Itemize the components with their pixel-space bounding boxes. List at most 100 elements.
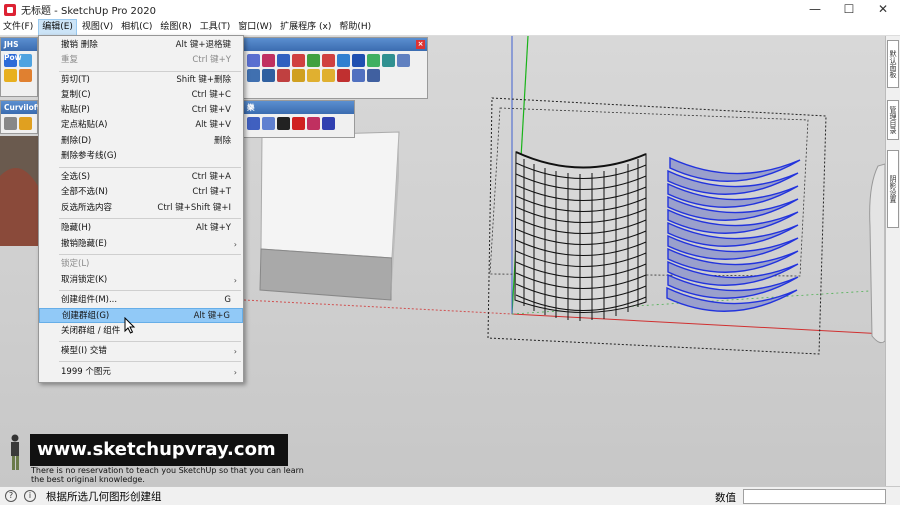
tool-icon[interactable] bbox=[19, 69, 32, 82]
menu-camera[interactable]: 相机(C) bbox=[118, 19, 155, 36]
tool-icon[interactable] bbox=[307, 117, 320, 130]
watermark-caption: There is no reservation to teach you Ske… bbox=[31, 466, 331, 484]
tool-icon[interactable] bbox=[352, 54, 365, 67]
menu-item-paste[interactable]: 粘贴(P) Ctrl 键+V bbox=[39, 103, 243, 118]
watermark-url: www.sketchupvray.com bbox=[30, 434, 288, 466]
tool-icon[interactable] bbox=[19, 117, 32, 130]
close-icon[interactable]: × bbox=[416, 40, 425, 49]
menu-item-label: 撤销 删除 bbox=[61, 40, 98, 50]
menu-item-invert-selection[interactable]: 反选所选内容 Ctrl 键+Shift 键+I bbox=[39, 201, 243, 216]
menu-file[interactable]: 文件(F) bbox=[0, 19, 36, 36]
menu-item-delete[interactable]: 删除(D) 删除 bbox=[39, 134, 243, 149]
menu-item-lock: 锁定(L) bbox=[39, 257, 243, 272]
menu-separator bbox=[59, 254, 241, 255]
tool-icon[interactable] bbox=[397, 54, 410, 67]
menu-item-shortcut: Alt 键+退格键 bbox=[175, 40, 231, 50]
tool-icon[interactable] bbox=[247, 69, 260, 82]
menu-item-label: 重复 bbox=[61, 55, 79, 65]
stop-icon[interactable] bbox=[292, 117, 305, 130]
tool-icon[interactable] bbox=[322, 69, 335, 82]
menu-item-copy[interactable]: 复制(C) Ctrl 键+C bbox=[39, 88, 243, 103]
warning-icon[interactable] bbox=[4, 69, 17, 82]
menu-item-label: 创建群组(G) bbox=[62, 311, 110, 321]
menu-item-label: 撤销隐藏(E) bbox=[61, 239, 108, 249]
menu-edit[interactable]: 编辑(E) bbox=[38, 18, 77, 36]
help-icon[interactable]: ? bbox=[5, 490, 17, 502]
menu-view[interactable]: 视图(V) bbox=[79, 19, 116, 36]
tool-icon[interactable] bbox=[307, 54, 320, 67]
menu-item-shortcut: 删除 bbox=[213, 136, 231, 146]
edit-menu-dropdown: 撤销 删除 Alt 键+退格键 重复 Ctrl 键+Y 剪切(T) Shift 键+删… bbox=[38, 35, 244, 383]
tool-icon[interactable] bbox=[337, 69, 350, 82]
tool-icon[interactable] bbox=[292, 69, 305, 82]
tab-manage-directory[interactable]: 管理目录 bbox=[887, 100, 899, 140]
menu-separator bbox=[59, 341, 241, 342]
submenu-arrow-icon: › bbox=[233, 368, 237, 377]
tool-icon[interactable] bbox=[262, 69, 275, 82]
tool-icon[interactable] bbox=[367, 69, 380, 82]
tool-icon[interactable] bbox=[247, 54, 260, 67]
menu-extensions[interactable]: 扩展程序 (x) bbox=[277, 19, 334, 36]
menu-item-undo[interactable]: 撤销 删除 Alt 键+退格键 bbox=[39, 38, 243, 53]
menu-item-unhide[interactable]: 撤销隐藏(E) › bbox=[39, 237, 243, 252]
white-box[interactable] bbox=[260, 131, 400, 259]
ribbed-surface-black[interactable] bbox=[514, 151, 647, 321]
tool-icon[interactable] bbox=[367, 54, 380, 67]
menu-help[interactable]: 帮助(H) bbox=[336, 19, 374, 36]
tool-icon[interactable] bbox=[247, 117, 260, 130]
menu-tools[interactable]: 工具(T) bbox=[197, 19, 234, 36]
tool-icon[interactable] bbox=[322, 117, 335, 130]
shield-icon[interactable] bbox=[4, 117, 17, 130]
menu-item-label: 粘贴(P) bbox=[61, 105, 90, 115]
menu-item-cut[interactable]: 剪切(T) Shift 键+删除 bbox=[39, 73, 243, 88]
menu-item-entities[interactable]: 1999 个图元 › bbox=[39, 365, 243, 380]
third-toolbar-title: 樂 bbox=[244, 101, 354, 114]
maximize-button[interactable]: ☐ bbox=[832, 0, 866, 19]
tool-icon[interactable] bbox=[322, 54, 335, 67]
menu-item-delete-guides[interactable]: 删除参考线(G) bbox=[39, 149, 243, 164]
curviloft-toolbar-title: Curviloft bbox=[1, 101, 41, 114]
play-icon[interactable] bbox=[277, 117, 290, 130]
tool-icon[interactable] bbox=[292, 54, 305, 67]
menu-item-make-component[interactable]: 创建组件(M)... G bbox=[39, 293, 243, 308]
menu-separator bbox=[59, 218, 241, 219]
menu-item-label: 创建组件(M)... bbox=[61, 295, 118, 305]
menu-item-label: 删除(D) bbox=[61, 136, 92, 146]
tool-icon[interactable] bbox=[277, 54, 290, 67]
close-button[interactable]: ✕ bbox=[866, 0, 900, 19]
menu-item-label: 取消锁定(K) bbox=[61, 275, 108, 285]
tool-icon[interactable] bbox=[277, 69, 290, 82]
menu-item-make-group[interactable]: 创建群组(G) Alt 键+G bbox=[39, 308, 243, 323]
tab-shadow-settings[interactable]: 阴影设置 bbox=[887, 150, 899, 228]
menu-item-paste-in-place[interactable]: 定点粘贴(A) Alt 键+V bbox=[39, 118, 243, 133]
tools-toolbar-title: × bbox=[244, 38, 427, 51]
minimize-button[interactable]: — bbox=[798, 0, 832, 19]
tab-default-tray[interactable]: 默认面板 bbox=[887, 40, 899, 88]
tool-icon[interactable] bbox=[262, 54, 275, 67]
menu-item-intersect[interactable]: 模型(I) 交错 › bbox=[39, 344, 243, 359]
info-icon[interactable]: i bbox=[24, 490, 36, 502]
watermark-line-2: the best original knowledge. bbox=[31, 475, 145, 484]
title-bar: 无标题 - SketchUp Pro 2020 — ☐ ✕ bbox=[0, 0, 900, 19]
menu-item-hide[interactable]: 隐藏(H) Alt 键+Y bbox=[39, 221, 243, 236]
tool-icon[interactable] bbox=[337, 54, 350, 67]
tool-icon[interactable] bbox=[382, 54, 395, 67]
menu-item-select-none[interactable]: 全部不选(N) Ctrl 键+T bbox=[39, 185, 243, 200]
menu-draw[interactable]: 绘图(R) bbox=[157, 19, 194, 36]
menu-item-unlock[interactable]: 取消锁定(K) › bbox=[39, 273, 243, 288]
menu-item-shortcut: Ctrl 键+A bbox=[191, 172, 231, 182]
menu-item-shortcut: Alt 键+Y bbox=[195, 223, 231, 233]
tool-icon[interactable] bbox=[352, 69, 365, 82]
tool-icon[interactable] bbox=[262, 117, 275, 130]
menu-item-select-all[interactable]: 全选(S) Ctrl 键+A bbox=[39, 170, 243, 185]
menu-item-close-group[interactable]: 关闭群组 / 组件 bbox=[39, 324, 243, 339]
tool-icon[interactable] bbox=[307, 69, 320, 82]
menu-item-label: 剪切(T) bbox=[61, 75, 90, 85]
menu-item-label: 全部不选(N) bbox=[61, 187, 108, 197]
menu-window[interactable]: 窗口(W) bbox=[235, 19, 275, 36]
menu-item-shortcut: Ctrl 键+T bbox=[192, 187, 231, 197]
ribbed-surface-blue[interactable] bbox=[666, 156, 801, 312]
curviloft-toolbar: Curviloft bbox=[0, 100, 41, 134]
menu-item-label: 隐藏(H) bbox=[61, 223, 92, 233]
measurements-input[interactable] bbox=[743, 489, 886, 504]
